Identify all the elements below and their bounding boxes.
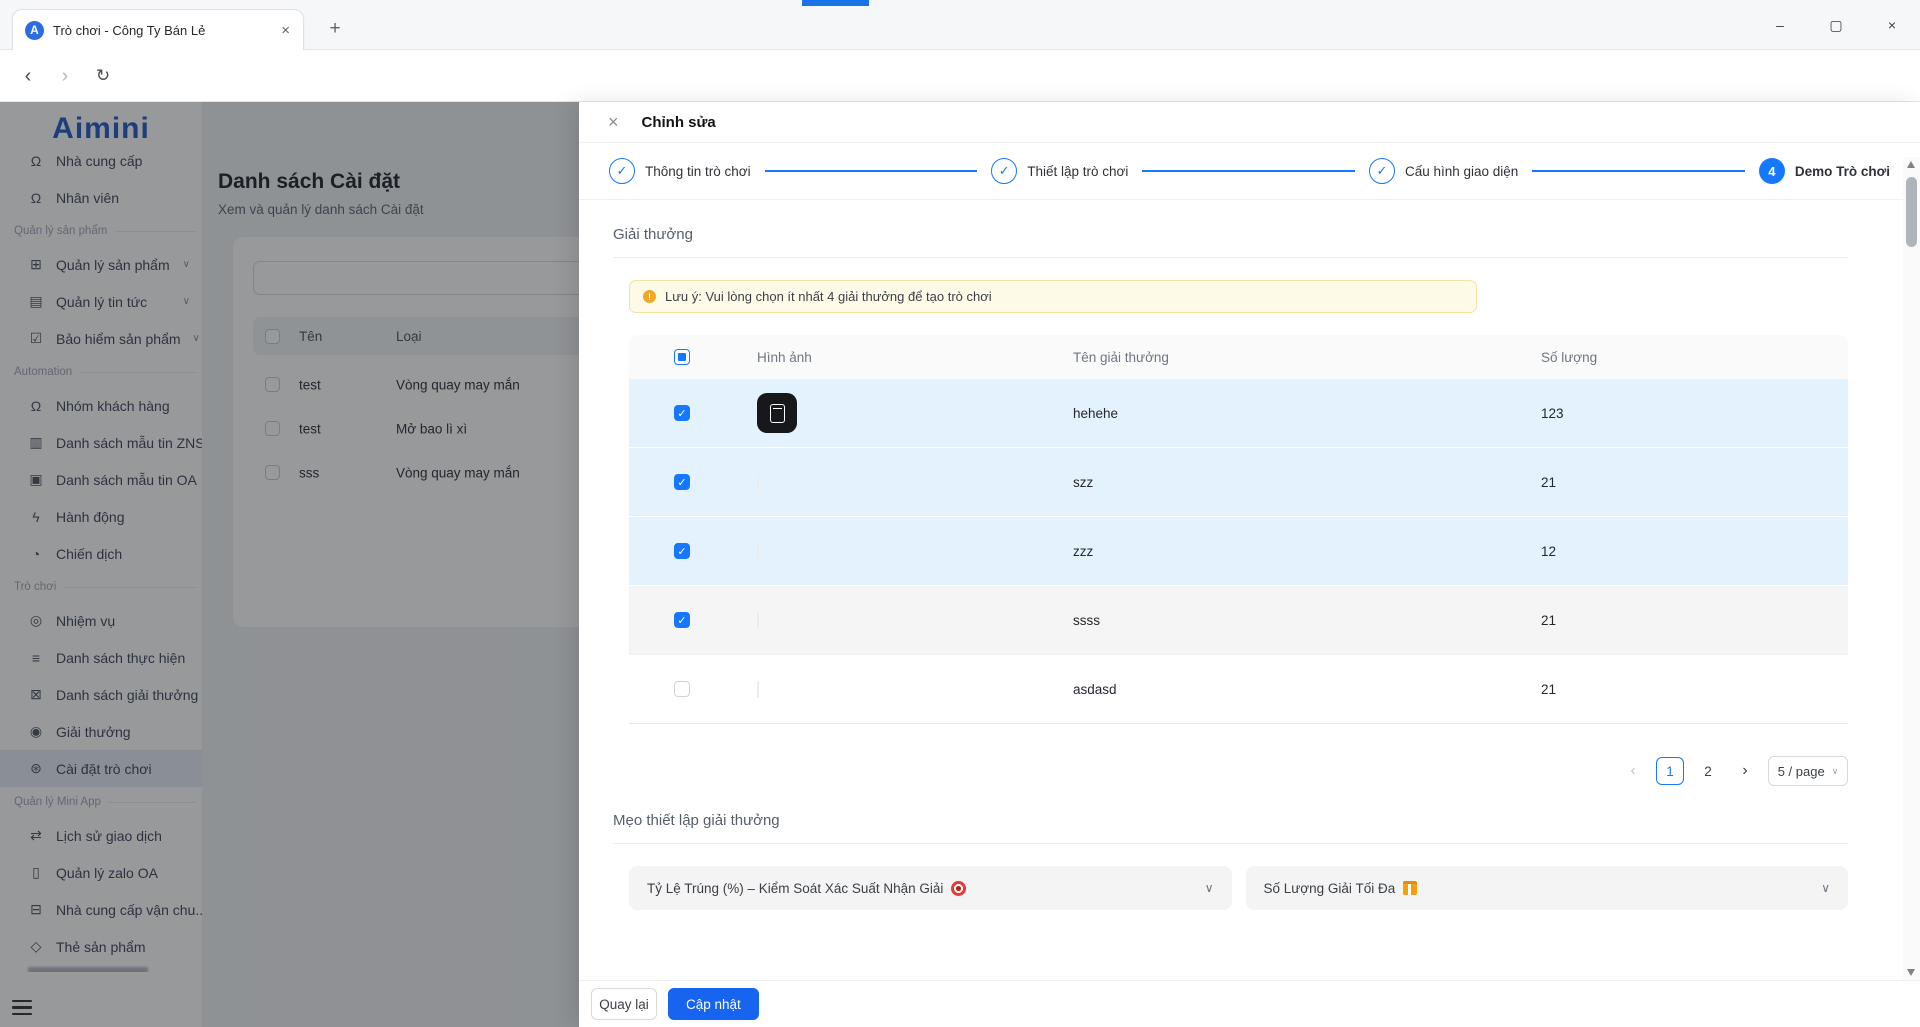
drawer-close-icon[interactable]: × [608, 113, 619, 131]
drawer-header: × Chỉnh sửa [579, 102, 1920, 143]
tips-section-title: Mẹo thiết lập giải thưởng [613, 812, 780, 829]
step-check-icon: ✓ [1368, 158, 1395, 184]
back-button[interactable]: Quay lại [591, 988, 657, 1020]
tab-loading-indicator [802, 0, 869, 6]
column-ten-giai-thuong: Tên giải thưởng [1073, 349, 1169, 365]
page-size-select[interactable]: 5 / page ∨ [1768, 756, 1848, 786]
prize-row[interactable]: asdasd 21 [629, 655, 1848, 724]
jar-icon [769, 403, 785, 423]
drawer-title: Chỉnh sửa [641, 113, 716, 131]
step-check-icon: ✓ [991, 158, 1018, 184]
row-checkbox[interactable]: ✓ [674, 543, 690, 559]
page-1-button[interactable]: 1 [1656, 757, 1684, 785]
chevron-down-icon: ∨ [1831, 765, 1839, 776]
favicon: A [25, 20, 44, 40]
edit-drawer: × Chỉnh sửa ✓ Thông tin trò chơi ✓ Thiết… [579, 102, 1920, 1027]
drawer-body: Giải thưởng ! Lưu ý: Vui lòng chọn ít nh… [579, 200, 1920, 980]
column-so-luong: Số lượng [1541, 349, 1598, 365]
max-prizes-panel[interactable]: Số Lượng Giải Tối Đa ∨ [1245, 866, 1848, 910]
select-all-checkbox[interactable] [674, 349, 690, 365]
forward-button[interactable]: › [52, 63, 78, 89]
new-tab-button[interactable]: + [322, 16, 348, 42]
step-connector [1142, 170, 1355, 172]
prize-row[interactable]: ✓ zzz 12 [629, 517, 1848, 586]
page-2-button[interactable]: 2 [1694, 757, 1722, 785]
divider [613, 843, 1848, 844]
tab-close-icon[interactable]: × [278, 22, 293, 39]
row-checkbox[interactable]: ✓ [674, 612, 690, 628]
scrollbar-thumb[interactable] [1906, 177, 1917, 247]
prizes-table-header: Hình ảnh Tên giải thưởng Số lượng [629, 335, 1848, 379]
step-connector [764, 170, 978, 172]
prize-row[interactable]: ✓ hehehe 123 [629, 379, 1848, 448]
warning-text: Lưu ý: Vui lòng chọn ít nhất 4 giải thưở… [665, 289, 992, 304]
maximize-button[interactable]: ▢ [1808, 0, 1864, 50]
divider [613, 257, 1848, 258]
gift-icon [1403, 881, 1418, 895]
chevron-down-icon: ∨ [1204, 881, 1214, 895]
row-checkbox[interactable] [674, 681, 690, 697]
row-checkbox[interactable]: ✓ [674, 405, 690, 421]
step-number: 4 [1758, 158, 1785, 184]
update-button[interactable]: Cập nhật [668, 988, 759, 1020]
warning-alert: ! Lưu ý: Vui lòng chọn ít nhất 4 giải th… [629, 280, 1477, 313]
warning-icon: ! [643, 290, 656, 303]
prize-image [757, 542, 759, 560]
step-3[interactable]: ✓ Cấu hình giao diện [1368, 158, 1518, 184]
close-window-button[interactable]: × [1864, 0, 1920, 50]
minimize-button[interactable]: – [1752, 0, 1808, 50]
scroll-up-icon[interactable] [1907, 161, 1915, 168]
tab-title: Trò chơi - Công Ty Bán Lẻ [53, 22, 206, 38]
step-2[interactable]: ✓ Thiết lập trò chơi [991, 158, 1128, 184]
browser-toolbar: ‹ › ↻ admin.aimini.vn/v2/settings ✦ [0, 50, 1920, 143]
row-checkbox[interactable]: ✓ [674, 474, 690, 490]
prize-image [757, 611, 759, 629]
prizes-section-title: Giải thưởng [613, 226, 693, 243]
column-hinh-anh: Hình ảnh [757, 349, 812, 365]
back-button[interactable]: ‹ [15, 63, 41, 89]
prize-row[interactable]: ✓ szz 21 [629, 448, 1848, 517]
prize-image [757, 680, 759, 698]
prize-image [757, 473, 759, 491]
pagination: ‹ 1 2 › 5 / page ∨ [613, 756, 1848, 786]
prizes-table: Hình ảnh Tên giải thưởng Số lượng ✓ hehe… [629, 335, 1848, 724]
step-check-icon: ✓ [609, 158, 635, 184]
scroll-down-icon[interactable] [1907, 969, 1915, 976]
prize-row[interactable]: ✓ ssss 21 [629, 586, 1848, 655]
prev-page-icon[interactable]: ‹ [1620, 762, 1646, 780]
window-controls: – ▢ × [1752, 0, 1920, 50]
tips-panels: Tỷ Lệ Trúng (%) – Kiểm Soát Xác Suất Nhậ… [629, 866, 1848, 910]
scrollbar[interactable] [1903, 157, 1920, 980]
win-rate-panel[interactable]: Tỷ Lệ Trúng (%) – Kiểm Soát Xác Suất Nhậ… [629, 866, 1232, 910]
browser-tab[interactable]: A Trò chơi - Công Ty Bán Lẻ × [12, 9, 304, 50]
step-connector [1532, 170, 1745, 172]
reload-button[interactable]: ↻ [90, 63, 116, 89]
chevron-down-icon: ∨ [1821, 881, 1830, 895]
prize-image [757, 393, 797, 433]
drawer-footer: Quay lại Cập nhật [579, 980, 1920, 1027]
step-1[interactable]: ✓ Thông tin trò chơi [609, 158, 751, 184]
next-page-icon[interactable]: › [1732, 762, 1758, 780]
wizard-stepper: ✓ Thông tin trò chơi ✓ Thiết lập trò chơ… [579, 143, 1920, 200]
target-icon [951, 880, 967, 896]
browser-titlebar: A Trò chơi - Công Ty Bán Lẻ × + – ▢ × [0, 0, 1920, 50]
step-4[interactable]: 4 Demo Trò chơi [1758, 158, 1890, 184]
